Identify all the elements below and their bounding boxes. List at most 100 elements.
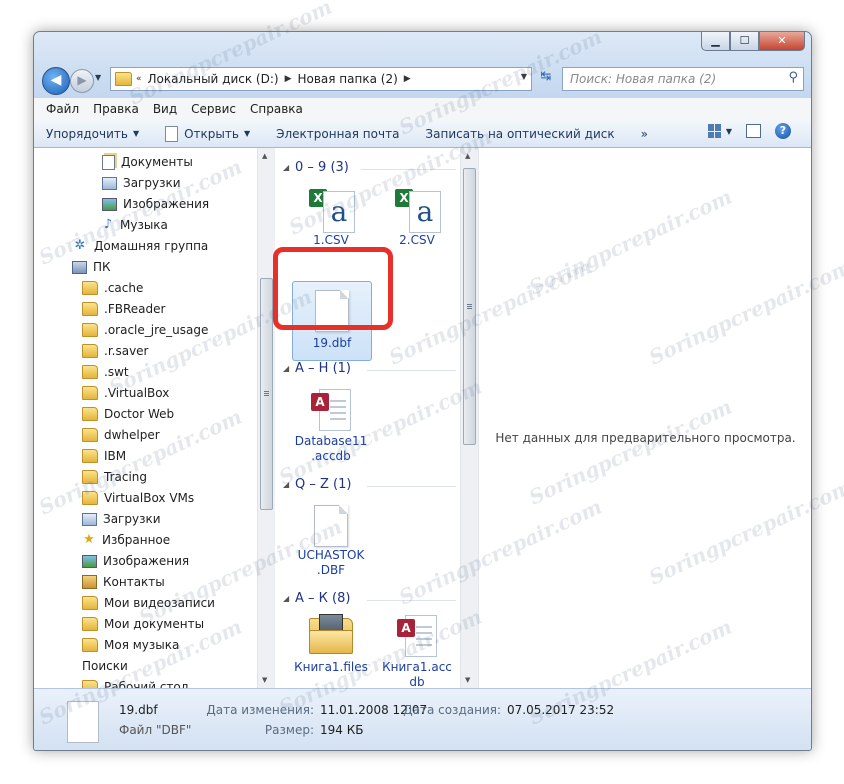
preview-pane-icon[interactable] [746, 124, 761, 138]
nav-item[interactable]: .swt [82, 362, 129, 382]
scroll-up-icon[interactable]: ▲ [465, 152, 470, 160]
nav-item[interactable]: Рабочий стол [82, 677, 188, 688]
blank-document-icon [314, 505, 348, 547]
nav-item[interactable]: .oracle_jre_usage [82, 320, 208, 340]
nav-item[interactable]: Моя музыка [82, 635, 179, 655]
group-header[interactable]: А – К (8) [295, 591, 350, 606]
command-bar: Упорядочить ▼ Открыть ▼ Электронная почт… [34, 120, 811, 148]
nav-item-label: ПК [93, 260, 111, 274]
blank-document-icon [67, 701, 99, 743]
nav-item[interactable]: ПК [72, 257, 111, 277]
nav-item[interactable]: Tracing [82, 467, 147, 487]
file-item[interactable]: UCHASTOK .DBF [292, 500, 370, 578]
nav-item[interactable]: ★ Избранное [82, 530, 170, 550]
collapse-group-icon[interactable]: ◢ [283, 594, 289, 603]
excel-csv-icon: Xa [395, 189, 441, 233]
breadcrumb-separator-icon[interactable]: ▶ [404, 74, 411, 84]
nav-item[interactable]: .r.saver [82, 341, 148, 361]
file-item[interactable]: A Книга1.acc db [378, 612, 456, 688]
open-button[interactable]: Открыть ▼ [165, 125, 251, 142]
help-icon[interactable]: ? [775, 123, 791, 139]
collapse-group-icon[interactable]: ◢ [283, 480, 289, 489]
collapse-group-icon[interactable]: ◢ [283, 364, 289, 373]
breadcrumb-separator-icon[interactable]: ▶ [285, 74, 292, 84]
file-name: 2.CSV [399, 233, 435, 247]
nav-item[interactable]: Изображения [102, 194, 209, 214]
file-item[interactable]: Книга1.files [292, 612, 370, 688]
menu-file[interactable]: Файл [46, 102, 79, 116]
details-file-type: Файл "DBF" [119, 723, 192, 737]
minimize-button[interactable]: ▁ [701, 32, 730, 51]
menu-edit[interactable]: Правка [93, 102, 139, 116]
nav-item-label: VirtualBox VMs [104, 491, 195, 505]
folder-icon [82, 617, 98, 631]
nav-item-label: .r.saver [104, 344, 149, 358]
window-frame: ▁ ☐ ✕ ◀ ▶ ▼ « Локальный диск (D:) ▶ Нова… [34, 32, 811, 98]
group-header[interactable]: A – H (1) [295, 361, 351, 376]
folder-icon [309, 614, 353, 654]
forward-button[interactable]: ▶ [70, 69, 94, 93]
menu-tools[interactable]: Сервис [191, 102, 236, 116]
details-pane: 19.dbf Файл "DBF" Дата изменения: 11.01.… [34, 688, 811, 750]
change-view-icon[interactable] [707, 124, 722, 138]
recent-pages-button[interactable]: ▼ [95, 73, 101, 82]
nav-scrollbar[interactable]: ▲ ▼ [257, 148, 275, 688]
collapse-group-icon[interactable]: ◢ [283, 163, 289, 172]
nav-item[interactable]: Doctor Web [82, 404, 174, 424]
breadcrumb-drive[interactable]: Локальный диск (D:) [148, 72, 279, 86]
nav-item[interactable]: ♪ Музыка [102, 215, 168, 235]
close-button[interactable]: ✕ [759, 32, 805, 51]
search-icon[interactable]: ⚲ [788, 70, 798, 85]
breadcrumb-overflow[interactable]: « [136, 74, 142, 84]
back-button[interactable]: ◀ [42, 67, 70, 95]
nav-item[interactable]: Мои документы [82, 614, 204, 634]
more-commands-button[interactable]: » [641, 127, 648, 141]
folder-icon [82, 386, 98, 400]
nav-item[interactable]: dwhelper [82, 425, 160, 445]
organize-button[interactable]: Упорядочить ▼ [46, 127, 139, 141]
nav-item[interactable]: ✲ Домашняя группа [72, 236, 209, 256]
menu-help[interactable]: Справка [250, 102, 303, 116]
address-dropdown-icon[interactable]: ▼ [521, 72, 527, 81]
nav-item[interactable]: ⚲Поиски [82, 656, 128, 676]
content-area: Документы Загрузки Изображения ♪ Музыка ✲ Дома… [34, 148, 811, 688]
nav-item[interactable]: Мои видеозаписи [82, 593, 215, 613]
nav-item[interactable]: Загрузки [82, 509, 161, 529]
burn-button[interactable]: Записать на оптический диск [425, 127, 614, 141]
nav-item[interactable]: .VirtualBox [82, 383, 169, 403]
menu-view[interactable]: Вид [153, 102, 177, 116]
nav-item[interactable]: .FBReader [82, 299, 165, 319]
group-header[interactable]: 0 – 9 (3) [295, 160, 349, 175]
nav-item-label: Мои документы [104, 617, 205, 631]
maximize-button[interactable]: ☐ [730, 32, 759, 51]
nav-item[interactable]: Документы [102, 152, 193, 172]
address-bar[interactable]: « Локальный диск (D:) ▶ Новая папка (2) … [110, 67, 532, 91]
nav-item-label: Документы [121, 155, 193, 169]
file-list-scrollbar[interactable]: ▲ ▼ [460, 148, 478, 688]
chevron-down-icon: ▼ [243, 129, 251, 138]
group-header[interactable]: Q – Z (1) [295, 477, 351, 492]
file-list-scroll-thumb[interactable] [463, 168, 476, 445]
file-item[interactable]: Xa 2.CSV [378, 183, 456, 261]
search-input[interactable]: Поиск: Новая папка (2) [570, 72, 716, 86]
scroll-down-icon[interactable]: ▼ [262, 676, 267, 684]
nav-item-label: IBM [104, 449, 127, 463]
file-item[interactable]: A Database11 .accdb [292, 386, 370, 464]
nav-item[interactable]: Контакты [82, 572, 165, 592]
nav-item[interactable]: IBM [82, 446, 126, 466]
chevron-down-icon[interactable]: ▼ [726, 127, 732, 136]
search-box[interactable]: Поиск: Новая папка (2) ⚲ [562, 67, 804, 91]
nav-scroll-thumb[interactable] [260, 278, 273, 510]
scroll-down-icon[interactable]: ▼ [465, 676, 470, 684]
refresh-icon[interactable]: ↹ [535, 69, 557, 87]
file-item-selected[interactable]: 19.dbf [292, 281, 372, 361]
file-item[interactable]: Xa 1.CSV [292, 183, 370, 261]
scroll-up-icon[interactable]: ▲ [262, 152, 267, 160]
email-button[interactable]: Электронная почта [276, 127, 399, 141]
details-created-value: 07.05.2017 23:52 [507, 703, 615, 717]
nav-item[interactable]: Изображения [82, 551, 189, 571]
nav-item[interactable]: Загрузки [102, 173, 181, 193]
nav-item[interactable]: VirtualBox VMs [82, 488, 194, 508]
breadcrumb-folder[interactable]: Новая папка (2) [297, 72, 397, 86]
nav-item[interactable]: .cache [82, 278, 143, 298]
